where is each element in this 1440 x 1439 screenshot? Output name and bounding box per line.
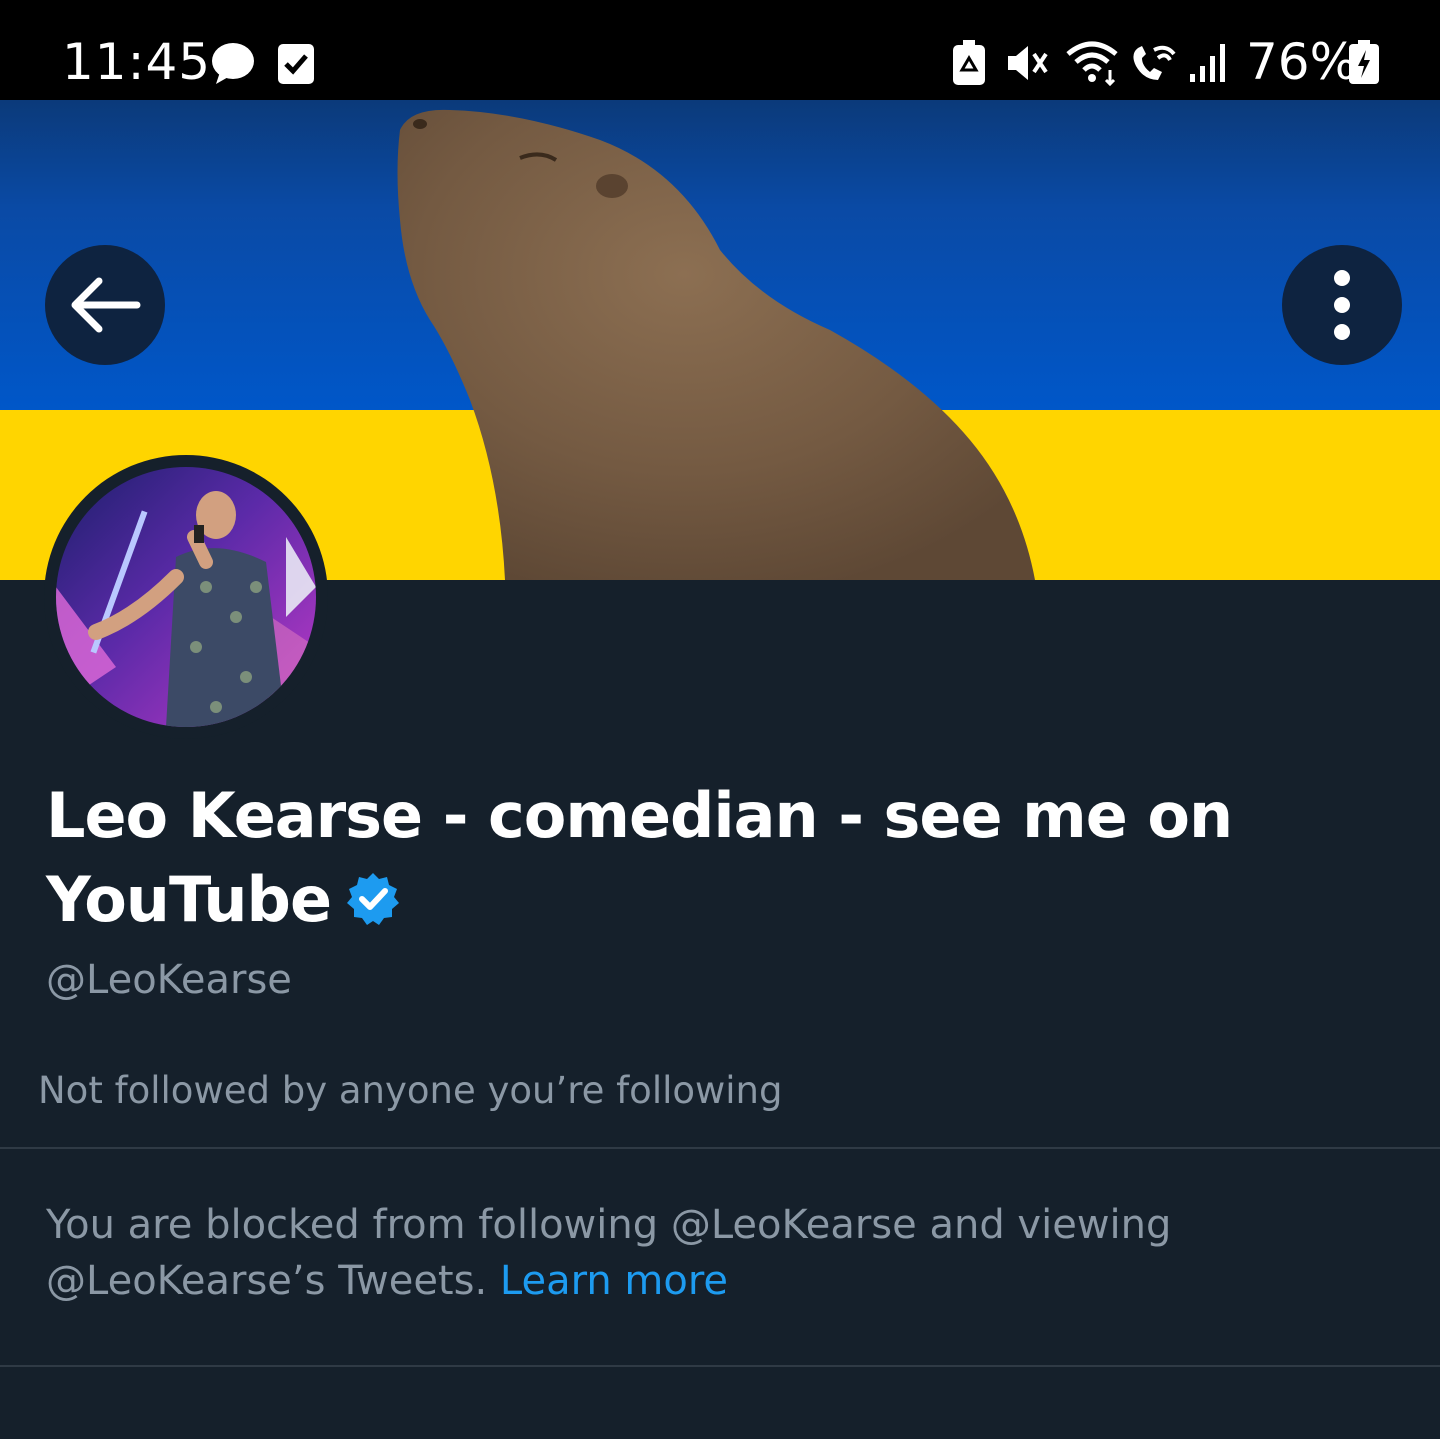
wifi-calling-icon [1133,45,1176,80]
wifi-icon [1066,41,1118,86]
display-name: Leo Kearse - comedian - see me on YouTub… [46,774,1246,942]
followers-you-know-note[interactable]: Not followed by anyone you’re following [38,1066,783,1116]
status-bar: 11:45 76% [0,0,1440,100]
battery-charging-icon [1349,40,1379,84]
verified-badge-icon [347,873,399,925]
checkbox-notification-icon [278,44,314,84]
display-name-text: Leo Kearse - comedian - see me on YouTub… [46,779,1233,936]
avatar[interactable] [44,455,328,739]
back-button[interactable] [45,245,165,365]
blocked-message: You are blocked from following @LeoKears… [46,1197,1346,1309]
battery-saver-icon [953,40,985,85]
profile-handle: @LeoKearse [46,957,292,1003]
divider [0,1147,1440,1149]
divider [0,1365,1440,1367]
learn-more-link[interactable]: Learn more [500,1258,728,1304]
more-vertical-icon [1334,270,1350,340]
more-options-button[interactable] [1282,245,1402,365]
status-time: 11:45 [62,33,212,91]
chat-bubble-icon [212,43,254,84]
battery-percent: 76% [1246,33,1358,91]
avatar-image [56,467,316,727]
signal-icon [1190,44,1225,82]
arrow-left-icon [71,277,141,333]
vibrate-muted-icon [1008,46,1048,80]
